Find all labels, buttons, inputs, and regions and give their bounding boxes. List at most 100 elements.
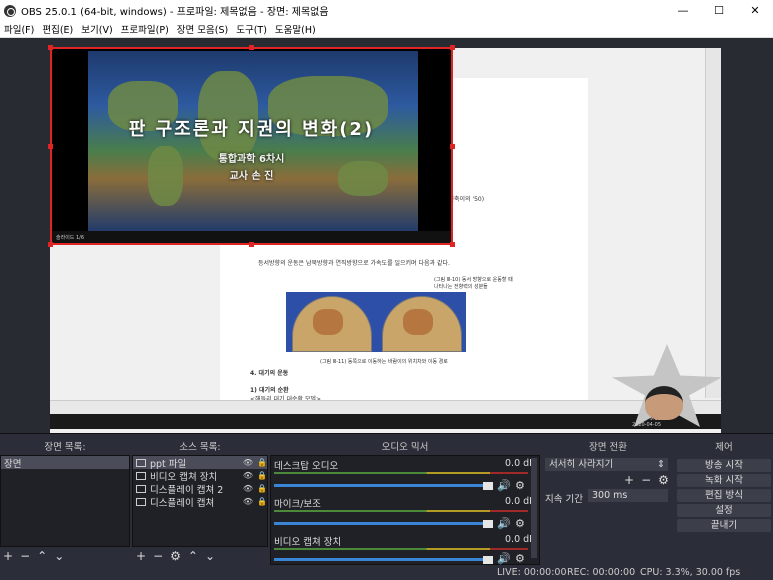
source-label: 비디오 캡쳐 장치 xyxy=(150,471,218,483)
volume-knob[interactable] xyxy=(483,556,493,564)
volume-slider[interactable] xyxy=(274,522,488,525)
gear-icon[interactable]: ⚙ xyxy=(515,552,525,565)
add-source-button[interactable]: + xyxy=(136,549,146,563)
remove-source-button[interactable]: − xyxy=(153,549,163,563)
volume-meter xyxy=(274,510,528,512)
source-item[interactable]: 비디오 캡쳐 장치 👁 🔒 xyxy=(133,469,267,483)
move-up-icon[interactable]: ⌃ xyxy=(188,549,198,563)
slide-counter: 슬라이드 1/6 xyxy=(56,234,85,241)
source-item[interactable]: 디스플레이 캡쳐 👁 🔒 xyxy=(133,495,267,509)
close-button[interactable]: ✕ xyxy=(737,4,773,17)
visibility-eye-icon[interactable]: 👁 xyxy=(243,471,253,480)
lock-icon[interactable]: 🔒 xyxy=(257,458,267,467)
transition-select[interactable]: 서서히 사라지기 ⇕ xyxy=(545,458,668,471)
source-label: 디스플레이 캡쳐 2 xyxy=(150,484,224,496)
source-label: 디스플레이 캡쳐 xyxy=(150,497,215,509)
transition-type: 서서히 사라지기 xyxy=(549,459,614,470)
window-titlebar: OBS 25.0.1 (64-bit, windows) - 프로파일: 제목없… xyxy=(0,0,773,21)
lock-icon[interactable]: 🔒 xyxy=(257,497,267,506)
gear-icon[interactable]: ⚙ xyxy=(170,549,181,563)
mixer-scrollbar[interactable] xyxy=(531,458,537,558)
visibility-eye-icon[interactable]: 👁 xyxy=(243,484,253,493)
settings-button[interactable]: 설정 xyxy=(677,504,771,517)
gear-icon[interactable]: ⚙ xyxy=(515,479,525,492)
volume-knob[interactable] xyxy=(483,482,493,490)
add-scene-button[interactable]: + xyxy=(3,549,13,563)
move-down-icon[interactable]: ⌄ xyxy=(205,549,215,563)
resize-handle[interactable] xyxy=(450,45,455,50)
duration-spinbox[interactable]: 300 ms xyxy=(588,489,668,502)
move-down-icon[interactable]: ⌄ xyxy=(54,549,64,563)
resize-handle[interactable] xyxy=(249,242,254,247)
doc-heading: 4. 대기의 운동 xyxy=(250,370,289,377)
source-label: ppt 파일 xyxy=(150,458,187,470)
exit-button[interactable]: 끝내기 xyxy=(677,519,771,532)
scene-item[interactable]: 장면 xyxy=(1,456,129,470)
speaker-icon[interactable]: 🔊 xyxy=(497,517,511,530)
add-transition-button[interactable]: + xyxy=(624,473,634,487)
visibility-eye-icon[interactable]: 👁 xyxy=(243,497,253,506)
channel-name: 비디오 캡쳐 장치 xyxy=(274,537,342,548)
ppt-slide-source[interactable]: 판 구조론과 지권의 변화(2) 통합과학 6차시 교사 손 진 슬라이드 1/… xyxy=(50,47,453,245)
menu-scene-collection[interactable]: 장면 모음(S) xyxy=(173,22,232,36)
rec-time: REC: 00:00:00 xyxy=(567,567,636,578)
resize-handle[interactable] xyxy=(48,144,53,149)
resize-handle[interactable] xyxy=(450,242,455,247)
preview-canvas[interactable]: 지구 자전축이의 '50) 등서방향의 운동은 남북방향과 연직방향으로 가속도… xyxy=(0,38,773,452)
volume-knob[interactable] xyxy=(483,520,493,528)
minimize-button[interactable]: — xyxy=(665,4,701,17)
doc-figure xyxy=(286,292,466,352)
menu-tools[interactable]: 도구(T) xyxy=(232,22,271,36)
cpu-usage: CPU: 3.3%, 30.00 fps xyxy=(640,567,741,578)
scenes-toolbar: + − ⌃ ⌄ xyxy=(3,549,64,563)
maximize-button[interactable]: ☐ xyxy=(701,4,737,17)
resize-handle[interactable] xyxy=(249,45,254,50)
volume-slider[interactable] xyxy=(274,484,488,487)
menu-help[interactable]: 도움말(H) xyxy=(271,22,320,36)
globe-figure-right xyxy=(382,296,462,352)
sources-header: 소스 목록: xyxy=(179,442,221,453)
doc-subheading: 1) 대기의 순환 xyxy=(250,387,289,394)
doc-line: (그림 Ⅲ-10) 동서 방향으로 운동할 때 xyxy=(434,277,513,283)
menu-profile[interactable]: 프로파일(P) xyxy=(117,22,173,36)
doc-line: 나타나는 전향력의 성분들 xyxy=(434,284,488,290)
resize-handle[interactable] xyxy=(48,242,53,247)
lock-icon[interactable]: 🔒 xyxy=(257,471,267,480)
channel-name: 데스크탑 오디오 xyxy=(274,461,339,472)
webcam-source[interactable] xyxy=(612,344,722,427)
resize-handle[interactable] xyxy=(450,144,455,149)
start-recording-button[interactable]: 녹화 시작 xyxy=(677,474,771,487)
world-map-image xyxy=(88,51,418,233)
source-type-icon xyxy=(136,458,146,467)
doc-caption: (그림 Ⅲ-11) 동쪽으로 이동하는 바람이의 위치차와 이동 경로 xyxy=(320,359,448,365)
studio-mode-button[interactable]: 편집 방식 xyxy=(677,489,771,502)
source-item[interactable]: ppt 파일 👁 🔒 xyxy=(133,456,267,470)
sources-list: ppt 파일 👁 🔒 비디오 캡쳐 장치 👁 🔒 디스플레이 캡쳐 2 👁 🔒 디스플레이 … xyxy=(132,455,268,547)
status-bar: LIVE: 00:00:00 REC: 00:00:00 CPU: 3.3%, … xyxy=(0,566,773,580)
gear-icon[interactable]: ⚙ xyxy=(658,473,669,487)
volume-meter xyxy=(274,472,528,474)
source-type-icon xyxy=(136,471,146,480)
resize-handle[interactable] xyxy=(48,45,53,50)
remove-transition-button[interactable]: − xyxy=(641,473,651,487)
lock-icon[interactable]: 🔒 xyxy=(257,484,267,493)
source-item[interactable]: 디스플레이 캡쳐 2 👁 🔒 xyxy=(133,482,267,496)
webcam-face xyxy=(645,386,683,420)
slide-title: 판 구조론과 지권의 변화(2) xyxy=(128,119,375,140)
menu-view[interactable]: 보기(V) xyxy=(77,22,116,36)
gear-icon[interactable]: ⚙ xyxy=(515,517,525,530)
speaker-icon[interactable]: 🔊 xyxy=(497,552,511,565)
remove-scene-button[interactable]: − xyxy=(20,549,30,563)
obs-logo-icon xyxy=(4,4,16,17)
start-streaming-button[interactable]: 방송 시작 xyxy=(677,459,771,472)
slide-teacher: 교사 손 진 xyxy=(229,171,274,182)
source-type-icon xyxy=(136,497,146,506)
menu-file[interactable]: 파일(F) xyxy=(0,22,38,36)
visibility-eye-icon[interactable]: 👁 xyxy=(243,458,253,467)
volume-slider[interactable] xyxy=(274,558,488,561)
move-up-icon[interactable]: ⌃ xyxy=(37,549,47,563)
duration-label: 지속 기간 xyxy=(545,494,583,505)
speaker-icon[interactable]: 🔊 xyxy=(497,479,511,492)
menu-edit[interactable]: 편집(E) xyxy=(38,22,77,36)
controls-header: 제어 xyxy=(715,442,733,453)
